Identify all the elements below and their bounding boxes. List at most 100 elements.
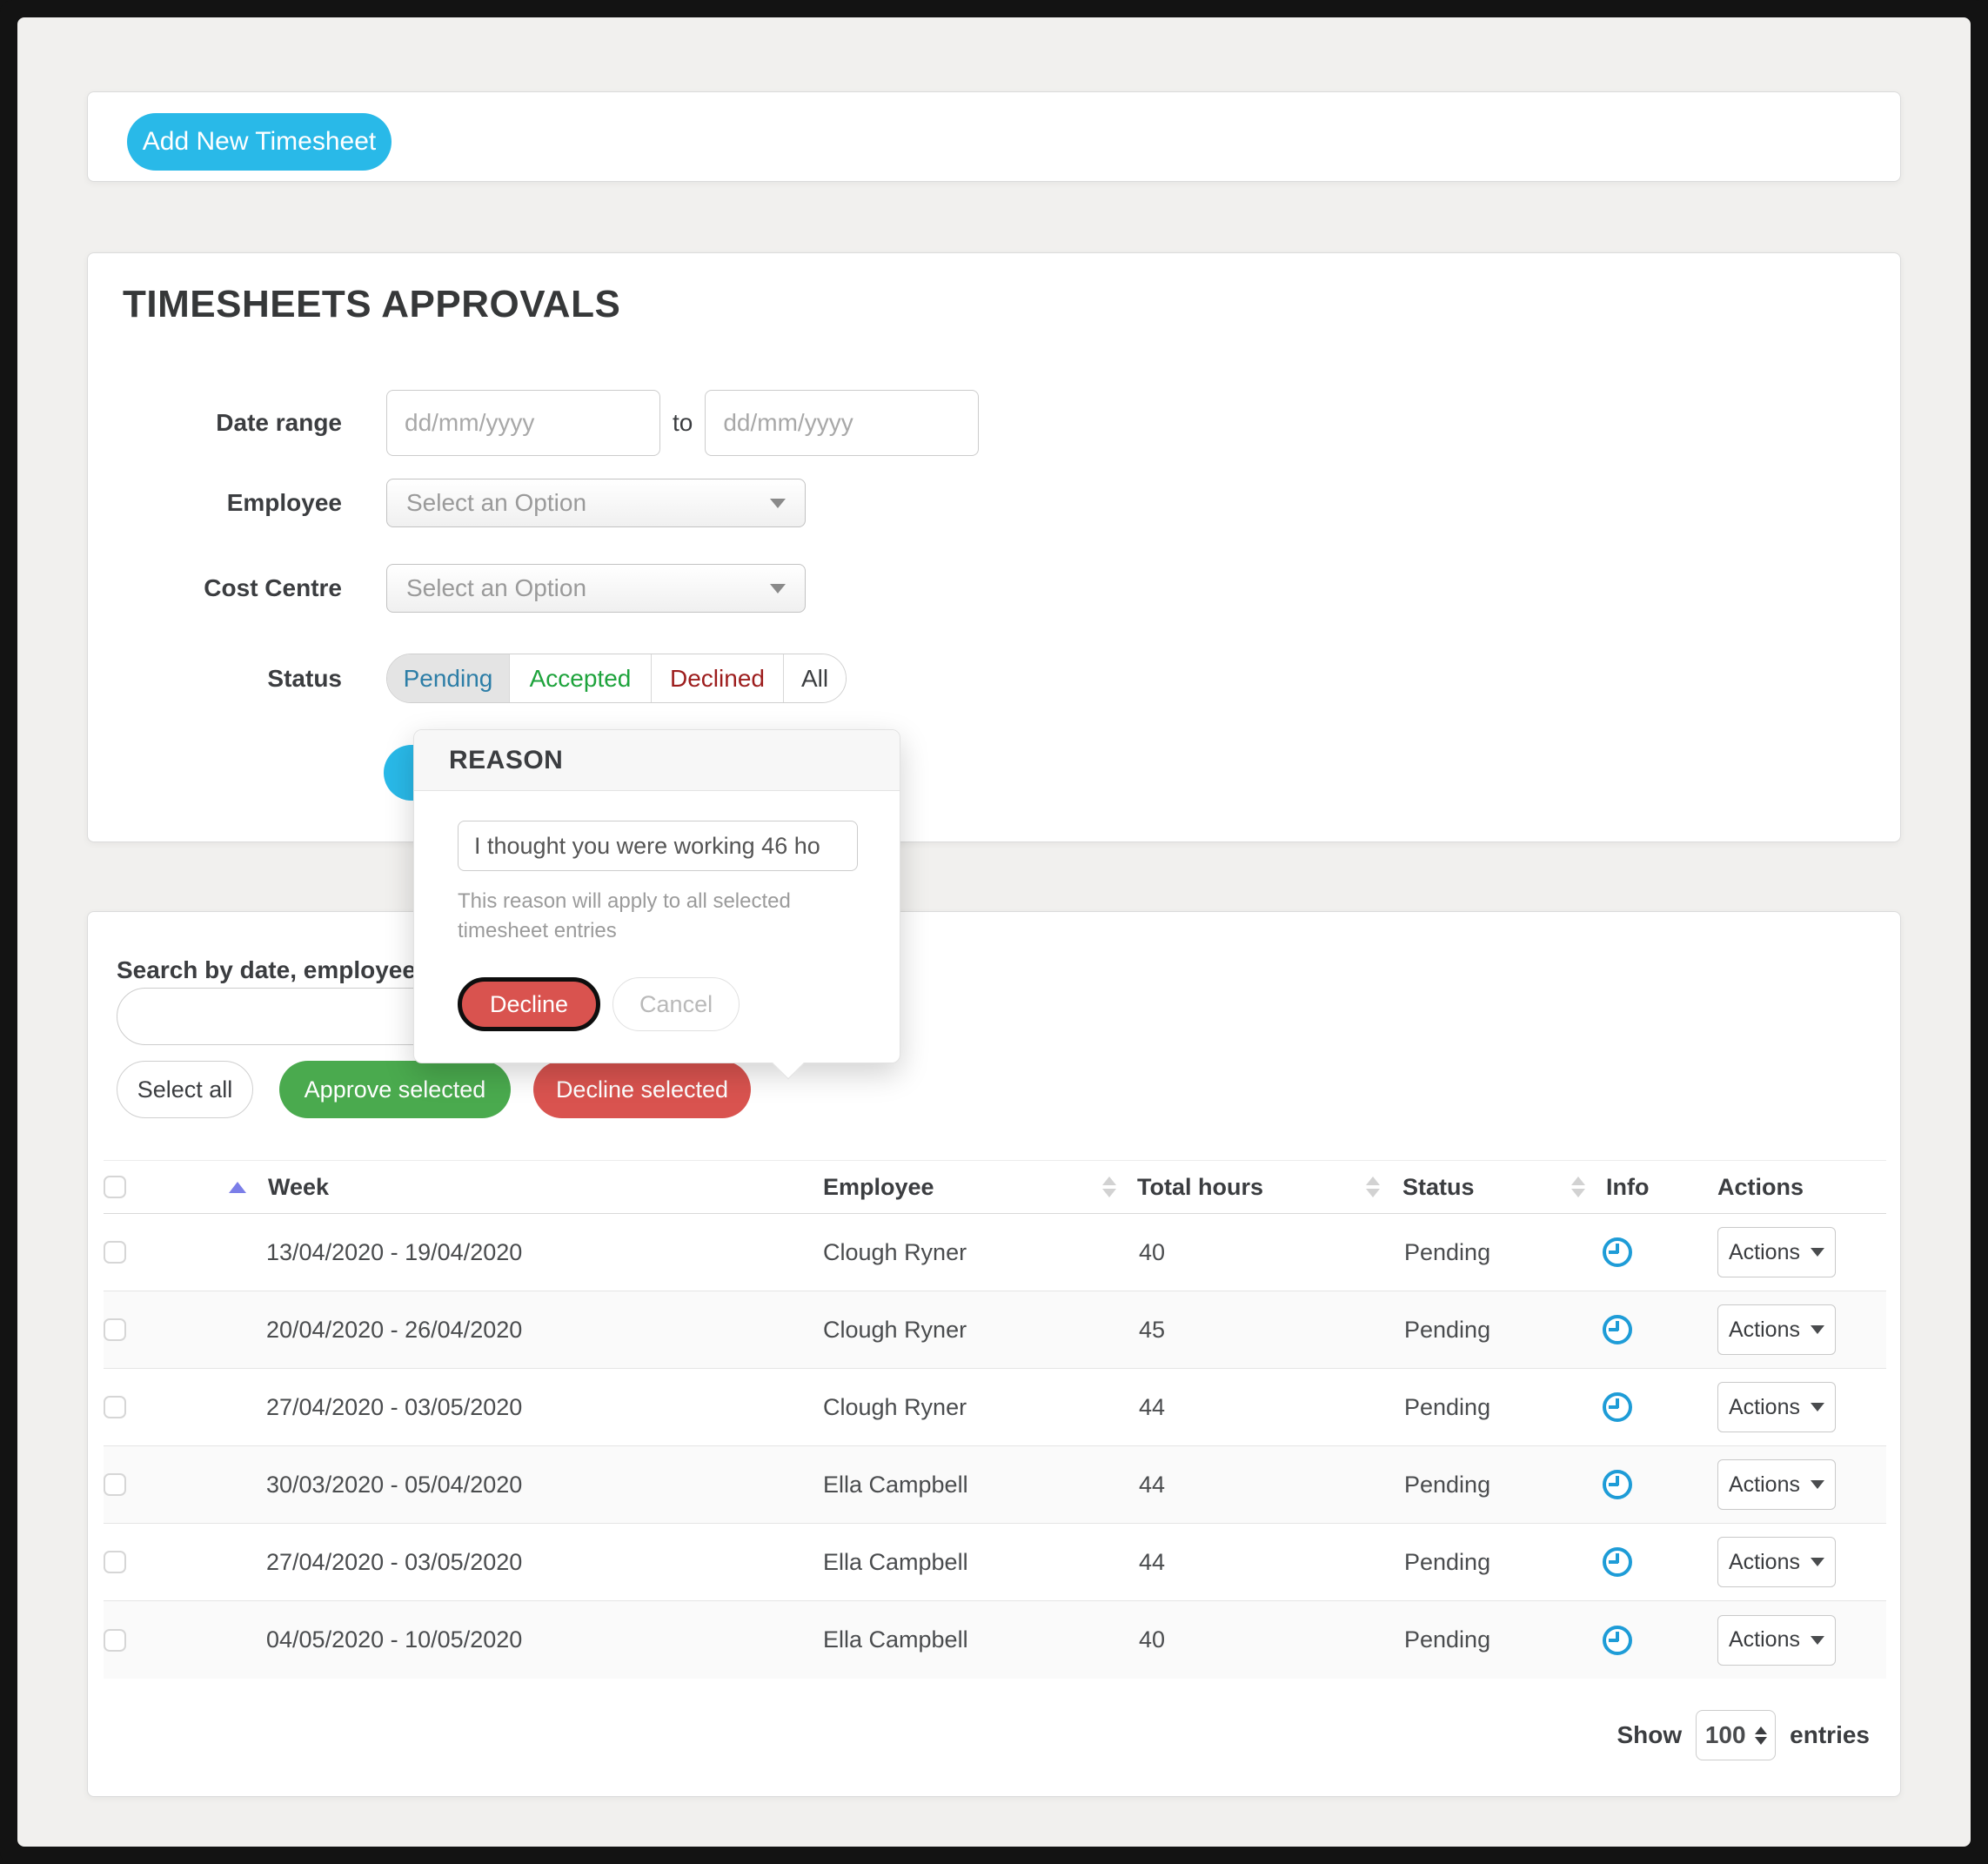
status-label: Status	[88, 665, 342, 693]
row-actions-button[interactable]: Actions	[1717, 1304, 1836, 1355]
sort-ascending-icon	[229, 1182, 246, 1193]
row-checkbox-cell	[104, 1318, 179, 1341]
show-label: Show	[1617, 1721, 1683, 1749]
total-hours-cell: 44	[1052, 1394, 1317, 1421]
table-row: 13/04/2020 - 19/04/2020 Clough Ryner 40 …	[104, 1214, 1886, 1291]
popover-title: REASON	[414, 730, 900, 791]
row-checkbox[interactable]	[104, 1396, 126, 1418]
row-actions-button[interactable]: Actions	[1717, 1615, 1836, 1666]
row-actions-button[interactable]: Actions	[1717, 1537, 1836, 1587]
employee-cell: Clough Ryner	[740, 1394, 1052, 1421]
toolbar-card: Add New Timesheet	[87, 91, 1901, 182]
employee-cell: Ella Campbell	[740, 1472, 1052, 1499]
table-row: 27/04/2020 - 03/05/2020 Clough Ryner 44 …	[104, 1369, 1886, 1446]
total-hours-cell: 40	[1052, 1626, 1317, 1653]
timesheet-list-card: Search by date, employee Select all Appr…	[87, 911, 1901, 1797]
column-header-total-hours[interactable]: Total hours	[1052, 1174, 1317, 1201]
decline-reason-input[interactable]	[458, 821, 858, 871]
add-new-timesheet-button[interactable]: Add New Timesheet	[127, 113, 392, 171]
chevron-down-icon	[1811, 1325, 1824, 1334]
status-cell: Pending	[1317, 1549, 1516, 1576]
status-cell: Pending	[1317, 1317, 1516, 1344]
total-hours-cell: 44	[1052, 1472, 1317, 1499]
chevron-down-icon	[770, 584, 786, 593]
clock-icon[interactable]	[1603, 1237, 1632, 1267]
total-hours-cell: 44	[1052, 1549, 1317, 1576]
clock-icon[interactable]	[1603, 1547, 1632, 1577]
info-cell	[1516, 1237, 1632, 1267]
select-all-checkbox[interactable]	[104, 1176, 126, 1198]
cost-centre-select[interactable]: Select an Option	[386, 564, 806, 613]
filters-card: TIMESHEETS APPROVALS Date range to Emplo…	[87, 252, 1901, 842]
timesheets-table: Week Employee Total hours Status	[104, 1160, 1886, 1679]
page-size-select[interactable]: 100	[1696, 1710, 1776, 1760]
week-cell: 04/05/2020 - 10/05/2020	[179, 1626, 740, 1653]
row-actions-label: Actions	[1729, 1472, 1800, 1498]
chevron-down-icon	[1811, 1403, 1824, 1411]
sort-icon	[1571, 1177, 1585, 1197]
row-checkbox[interactable]	[104, 1629, 126, 1652]
row-actions-label: Actions	[1729, 1627, 1800, 1653]
employee-cell: Clough Ryner	[740, 1317, 1052, 1344]
info-cell	[1516, 1470, 1632, 1499]
clock-icon[interactable]	[1603, 1392, 1632, 1422]
employee-select[interactable]: Select an Option	[386, 479, 806, 527]
page-background: Add New Timesheet TIMESHEETS APPROVALS D…	[17, 17, 1971, 1847]
column-header-status[interactable]: Status	[1317, 1174, 1516, 1201]
info-cell	[1516, 1547, 1632, 1577]
status-option-accepted[interactable]: Accepted	[509, 654, 651, 702]
date-from-input[interactable]	[386, 390, 660, 456]
decline-button[interactable]: Decline	[458, 977, 600, 1031]
page-size-value: 100	[1705, 1721, 1746, 1749]
column-header-week-label: Week	[268, 1174, 329, 1201]
actions-cell: Actions	[1632, 1615, 1886, 1666]
select-all-button[interactable]: Select all	[117, 1061, 253, 1118]
status-option-all[interactable]: All	[783, 654, 846, 702]
sort-icon	[1366, 1177, 1380, 1197]
status-cell: Pending	[1317, 1472, 1516, 1499]
row-actions-button[interactable]: Actions	[1717, 1382, 1836, 1432]
chevron-down-icon	[1811, 1480, 1824, 1489]
employee-select-value: Select an Option	[406, 489, 586, 517]
info-cell	[1516, 1392, 1632, 1422]
date-to-input[interactable]	[705, 390, 979, 456]
week-cell: 13/04/2020 - 19/04/2020	[179, 1239, 740, 1266]
table-header-row: Week Employee Total hours Status	[104, 1160, 1886, 1214]
chevron-down-icon	[1811, 1558, 1824, 1566]
status-option-declined[interactable]: Declined	[651, 654, 783, 702]
week-cell: 27/04/2020 - 03/05/2020	[179, 1549, 740, 1576]
table-row: 27/04/2020 - 03/05/2020 Ella Campbell 44…	[104, 1524, 1886, 1601]
clock-icon[interactable]	[1603, 1470, 1632, 1499]
column-header-employee[interactable]: Employee	[740, 1174, 1052, 1201]
row-checkbox-cell	[104, 1241, 179, 1264]
column-header-week[interactable]: Week	[179, 1174, 740, 1201]
row-checkbox-cell	[104, 1396, 179, 1418]
spinner-arrows-icon	[1755, 1727, 1767, 1745]
approve-selected-button[interactable]: Approve selected	[279, 1061, 511, 1118]
row-checkbox[interactable]	[104, 1551, 126, 1573]
clock-icon[interactable]	[1603, 1626, 1632, 1655]
row-checkbox-cell	[104, 1473, 179, 1496]
row-actions-button[interactable]: Actions	[1717, 1227, 1836, 1277]
status-option-pending[interactable]: Pending	[387, 654, 509, 702]
bulk-actions-row: Select all Approve selected Decline sele…	[117, 1061, 751, 1118]
row-checkbox[interactable]	[104, 1473, 126, 1496]
table-row: 30/03/2020 - 05/04/2020 Ella Campbell 44…	[104, 1446, 1886, 1524]
reason-helper-text: This reason will apply to all selected t…	[458, 887, 858, 946]
cancel-button[interactable]: Cancel	[612, 977, 740, 1031]
row-checkbox[interactable]	[104, 1318, 126, 1341]
row-actions-label: Actions	[1729, 1395, 1800, 1420]
row-actions-button[interactable]: Actions	[1717, 1459, 1836, 1510]
week-cell: 27/04/2020 - 03/05/2020	[179, 1394, 740, 1421]
date-range-label: Date range	[88, 409, 342, 437]
table-body: 13/04/2020 - 19/04/2020 Clough Ryner 40 …	[104, 1214, 1886, 1679]
column-header-actions-label: Actions	[1717, 1174, 1804, 1201]
column-header-info[interactable]: Info	[1516, 1174, 1632, 1201]
info-cell	[1516, 1315, 1632, 1344]
decline-selected-button[interactable]: Decline selected	[533, 1061, 751, 1118]
column-header-actions: Actions	[1632, 1174, 1886, 1201]
clock-icon[interactable]	[1603, 1315, 1632, 1344]
entries-label: entries	[1790, 1721, 1870, 1749]
total-hours-cell: 45	[1052, 1317, 1317, 1344]
row-checkbox[interactable]	[104, 1241, 126, 1264]
